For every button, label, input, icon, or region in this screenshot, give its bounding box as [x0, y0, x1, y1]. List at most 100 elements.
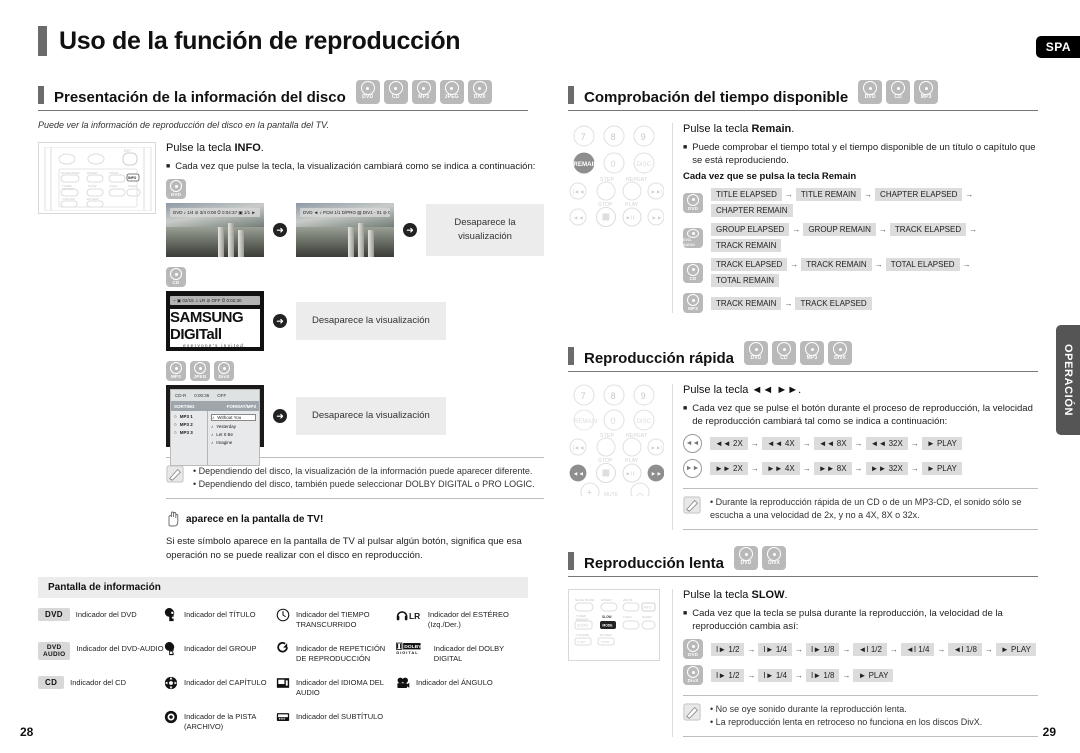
- info-item-label: Indicador del TÍTULO: [184, 610, 256, 619]
- sequence-chip: I► 1/8: [805, 642, 840, 656]
- disc-icon-list: DVD CD MP3 JPEG DivX: [355, 80, 492, 104]
- svg-text:PLAY: PLAY: [625, 458, 639, 464]
- left-column: Presentación de la información del disco…: [38, 80, 544, 732]
- section-accent-bar: [568, 552, 574, 570]
- info-item-chapter: Indicador del CAPÍTULO: [164, 676, 276, 698]
- remote-box-slow: SLIDE MODE DISSET ZOOM INFO TUNER MEMORY…: [568, 589, 660, 661]
- track-label: Let It Be: [216, 432, 233, 437]
- disc-icon-label: DVD: [750, 355, 762, 361]
- info-panel-heading: Pantalla de información: [38, 577, 528, 598]
- info-item-dvd-audio: DVD AUDIO Indicador del DVD-AUDIO: [38, 642, 164, 664]
- info-item-label: Indicador del DVD: [75, 610, 137, 619]
- disc-icon-label: MP3: [688, 306, 698, 311]
- row-disc-icon-divx: DivX: [214, 361, 234, 381]
- disc-icon-mp3: MP3: [411, 80, 436, 104]
- bullet-square-icon: ■: [683, 610, 688, 617]
- arrow-separator: →: [794, 644, 803, 654]
- arrow-separator: →: [750, 439, 759, 448]
- section-intro-text: Puede ver la información de reproducción…: [38, 120, 330, 130]
- disc-icon-mp3: MP3: [914, 80, 939, 104]
- svg-text:V-SOUND: V-SOUND: [576, 633, 589, 637]
- info-item-subtitle: Indicador del SUBTÍTULO: [276, 710, 396, 732]
- arrow-separator: →: [878, 225, 887, 234]
- disc-icon-label: DVD: [687, 652, 699, 657]
- radio-icon: ○: [174, 422, 177, 427]
- arrow-separator: →: [910, 439, 919, 448]
- page-title: Uso de la función de reproducción: [59, 26, 461, 55]
- list-item[interactable]: ○ MP3 2: [174, 422, 204, 427]
- list-item[interactable]: ♪ Let It Be: [211, 432, 256, 437]
- sequence-chip: ► PLAY: [995, 642, 1036, 656]
- info-item-label: Indicador de REPETICIÓN DE REPRODUCCIÓN: [296, 644, 386, 663]
- row-disc-icon-mp3: MP3: [166, 361, 186, 381]
- svg-text:INFO: INFO: [128, 176, 136, 180]
- rewind-button-icon[interactable]: ◄◄: [683, 434, 702, 453]
- arrow-separator: →: [937, 644, 946, 654]
- tv-screenshot-2: DVD ◄ ♪ PCM 1/1 D/PRO ▤ DIV1 - 01 ⊘ OFF: [296, 203, 394, 257]
- disc-ring-icon: [687, 640, 699, 652]
- arrow-separator: →: [842, 644, 851, 654]
- note-icon: ♪: [210, 432, 214, 437]
- svg-text:►II: ►II: [626, 472, 635, 478]
- section-header-slow-play: Reproducción lenta DVD DivX: [568, 546, 1038, 577]
- disc-ring-icon: [749, 342, 764, 356]
- list-item[interactable]: ♪ Imagine: [211, 440, 256, 445]
- flow-arrow-icon: ➜: [403, 223, 417, 237]
- disc-ring-icon: [919, 81, 934, 95]
- browser-folder-list[interactable]: ○ MP3 1 ○ MP3 2 ○ MP3 3: [171, 411, 208, 465]
- sequence-chip: TITLE ELAPSED: [711, 188, 782, 201]
- remote-svg-slow: SLIDE MODE DISSET ZOOM INFO TUNER MEMORY…: [574, 598, 656, 646]
- sequence-items: TRACK ELAPSED → TRACK REMAIN → TOTAL ELAPS…: [711, 258, 1038, 287]
- svg-text:0: 0: [611, 159, 616, 169]
- remote-svg-fast: 7 8 9 REMAIN 0 DISC STEP REPEAT |◄◄ ►►| …: [569, 384, 665, 502]
- disc-info-steps: Pulse la tecla INFO. ■ Cada vez que puls…: [166, 142, 544, 563]
- info-item-label: Indicador del DVD-AUDIO: [76, 644, 164, 653]
- info-item-label: Indicador de la PISTA (ARCHIVO): [184, 712, 256, 731]
- repeat-icon: [277, 642, 288, 653]
- sequence-chip: I► 1/8: [805, 668, 840, 682]
- arrow-separator: →: [794, 670, 803, 680]
- browser-toolbar[interactable]: SORTING FORMAT/MP3: [171, 401, 259, 411]
- disc-icon-cd: CD: [886, 80, 911, 104]
- side-tab-label: OPERACIÓN: [1062, 343, 1074, 417]
- sequence-row-cd: CD TRACK ELAPSED → TRACK REMAIN → TOTAL EL…: [683, 258, 1038, 287]
- disc-icon-label: CD: [780, 355, 788, 361]
- flow-row-dvd: DVD ♪ 1/4 ⊘ 3/4 0:08 ⏱ 0:04:37 ▣ 1/1 ► ➜…: [166, 203, 544, 257]
- list-item[interactable]: ○ MP3 1: [174, 414, 204, 419]
- hand-warning-title: aparece en la pantalla de TV!: [186, 513, 324, 525]
- samsung-logo-text: SAMSUNG DIGITall: [170, 308, 244, 343]
- svg-text:REMAIN: REMAIN: [573, 161, 598, 168]
- disc-icon-list: DVD CD MP3 DivX: [744, 341, 853, 365]
- bullet-square-icon: ■: [683, 405, 688, 412]
- tv-column: [228, 223, 234, 257]
- sub-heading: Cada vez que se pulsa la tecla Remain: [683, 171, 857, 182]
- arrow-separator: →: [874, 260, 883, 269]
- step-heading: Pulse la tecla INFO.: [166, 142, 544, 154]
- svg-text:EXIT: EXIT: [124, 149, 131, 153]
- section-header-disc-info: Presentación de la información del disco…: [38, 80, 528, 111]
- browser-track-list[interactable]: ♪ Without You ♪ Yesterday ♪ Let It Be ♪ Imag…: [208, 411, 259, 465]
- list-item[interactable]: ♪ Yesterday: [211, 424, 256, 429]
- sequence-chip: I► 1/2: [711, 668, 745, 682]
- right-column: Comprobación del tiempo disponible DVD C…: [568, 80, 1038, 737]
- svg-text:EZ VIEW: EZ VIEW: [87, 197, 99, 201]
- info-item-label: Indicador del ESTÉREO (Izq./Der.): [427, 610, 509, 629]
- angle-camera-icon: [397, 677, 410, 688]
- sequence-row-slow-divx: DivX I► 1/2 → I► 1/4 → I► 1/8 → ► PLAY: [683, 665, 1038, 685]
- flow-end-note: Desaparece la visualización: [296, 302, 446, 340]
- disc-icon-label: MP3: [920, 94, 932, 100]
- disc-ring-icon: [777, 342, 792, 356]
- list-item[interactable]: ♪ Without You: [210, 414, 256, 421]
- sequence-chip: ► PLAY: [921, 462, 962, 475]
- list-item[interactable]: ○ MP3 3: [174, 430, 204, 435]
- sequence-row-forward: ►► ►► 2X → ►► 4X → ►► 8X → ►► 32X → ► PLAY: [683, 459, 1038, 478]
- note-line: • No se oye sonido durante la reproducci…: [710, 704, 907, 714]
- info-item-empty: [396, 710, 528, 732]
- forward-button-icon[interactable]: ►►: [683, 459, 702, 478]
- chapter-icon: [164, 676, 178, 690]
- sequence-chip: ►► 8X: [813, 462, 852, 475]
- pencil-icon: [683, 703, 701, 721]
- sequence-chip: CHAPTER REMAIN: [711, 204, 793, 217]
- step-suffix: .: [784, 589, 788, 601]
- arrow-separator: →: [962, 260, 971, 269]
